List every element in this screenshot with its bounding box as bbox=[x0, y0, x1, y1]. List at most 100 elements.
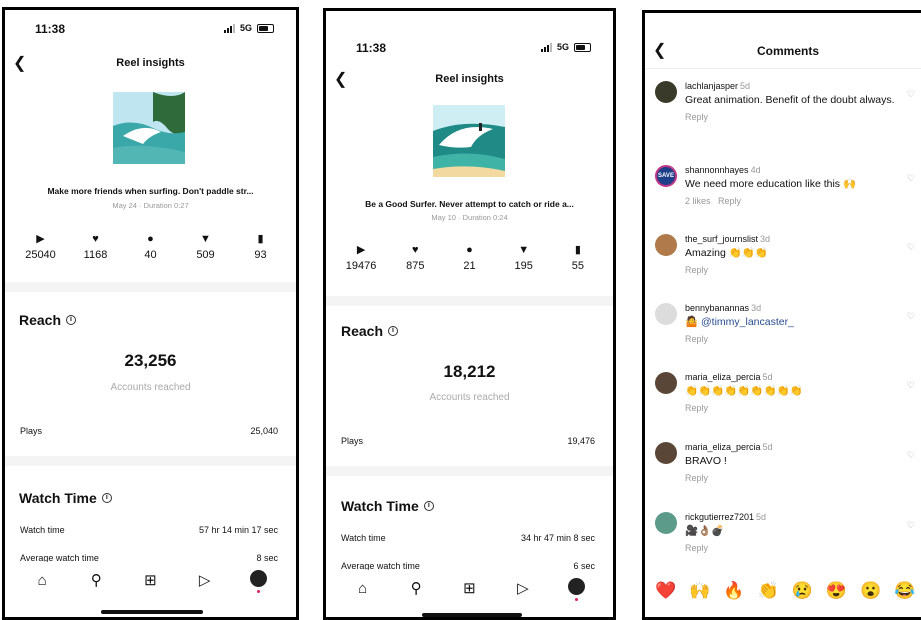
avatar[interactable] bbox=[655, 234, 677, 256]
like-heart-icon[interactable]: ♡ bbox=[907, 450, 915, 461]
section-divider bbox=[326, 296, 613, 306]
network-label: 5G bbox=[239, 23, 252, 33]
plays-stat: ▶ 25040 bbox=[25, 233, 56, 261]
comment-text: 🎥👌🏽💣 bbox=[685, 525, 725, 537]
watch-time-heading: Watch Time i bbox=[341, 498, 434, 514]
like-heart-icon[interactable]: ♡ bbox=[907, 311, 915, 322]
reel-thumbnail[interactable] bbox=[433, 105, 505, 177]
reach-label: Accounts reached bbox=[110, 382, 191, 393]
plays-row: Plays 25,040 bbox=[20, 426, 278, 436]
reaction-emoji-button[interactable]: 😢 bbox=[792, 581, 813, 601]
reels-icon[interactable]: ▷ bbox=[193, 571, 217, 589]
comment-username[interactable]: shannonnhayes 4d bbox=[685, 165, 899, 175]
send-icon: ▼ bbox=[518, 244, 530, 256]
nav-bar: ❮ Comments bbox=[645, 41, 921, 63]
tab-bar: ⌂ ⚲ ⊞ ▷ bbox=[5, 568, 296, 593]
reaction-emoji-button[interactable]: 😍 bbox=[826, 581, 847, 601]
reply-button[interactable]: Reply bbox=[685, 265, 899, 275]
like-heart-icon[interactable]: ♡ bbox=[907, 173, 915, 184]
comment-username[interactable]: the_surf_journslist 3d bbox=[685, 234, 899, 244]
mention-link[interactable]: @timmy_lancaster_ bbox=[701, 316, 794, 328]
info-icon[interactable]: i bbox=[101, 493, 112, 503]
like-heart-icon[interactable]: ♡ bbox=[907, 380, 915, 391]
comment-bubble-icon: ● bbox=[466, 244, 473, 256]
create-icon[interactable]: ⊞ bbox=[138, 571, 162, 589]
shares-stat: ▼ 195 bbox=[514, 244, 533, 272]
reel-meta: May 24 · Duration 0:27 bbox=[112, 201, 189, 210]
avatar[interactable] bbox=[655, 81, 677, 103]
reaction-emoji-button[interactable]: 😂 bbox=[894, 581, 915, 601]
network-label: 5G bbox=[556, 42, 569, 52]
reel-caption: Be a Good Surfer. Never attempt to catch… bbox=[365, 199, 574, 209]
saves-stat: ▮ 93 bbox=[254, 233, 267, 261]
create-icon[interactable]: ⊞ bbox=[457, 579, 481, 597]
comment-username[interactable]: maria_eliza_percia 5d bbox=[685, 442, 899, 452]
shares-stat: ▼ 509 bbox=[196, 233, 215, 261]
like-heart-icon[interactable]: ♡ bbox=[907, 520, 915, 531]
page-title: Reel insights bbox=[435, 73, 504, 85]
nav-bar: ❮ Reel insights bbox=[326, 70, 613, 92]
comment-text: 👏👏👏👏👏👏👏👏👏 bbox=[685, 385, 803, 397]
battery-icon bbox=[257, 23, 274, 33]
reel-thumbnail[interactable] bbox=[113, 92, 185, 164]
profile-avatar[interactable] bbox=[247, 569, 271, 593]
reply-button[interactable]: 2 likes Reply bbox=[685, 196, 899, 206]
status-bar: 11:38 5G bbox=[5, 22, 296, 42]
comment-username[interactable]: rickgutierrez7201 5d bbox=[685, 512, 899, 522]
comments-stat: ● 40 bbox=[144, 233, 157, 261]
avatar[interactable]: SAVE bbox=[655, 165, 677, 187]
signal-icon bbox=[223, 23, 235, 33]
reach-heading: Reach i bbox=[19, 312, 77, 328]
heart-icon: ♥ bbox=[412, 244, 419, 256]
reaction-emoji-button[interactable]: 👏 bbox=[758, 581, 779, 601]
reaction-emoji-button[interactable]: 🔥 bbox=[723, 581, 744, 601]
avatar[interactable] bbox=[655, 303, 677, 325]
reply-button[interactable]: Reply bbox=[685, 334, 899, 344]
avatar[interactable] bbox=[655, 512, 677, 534]
signal-icon bbox=[540, 42, 552, 52]
reach-label: Accounts reached bbox=[429, 392, 510, 403]
reel-caption: Make more friends when surfing. Don't pa… bbox=[47, 186, 254, 196]
avatar[interactable] bbox=[655, 372, 677, 394]
reaction-emoji-button[interactable]: 😮 bbox=[860, 581, 881, 601]
reach-value: 23,256 bbox=[124, 351, 177, 370]
avatar[interactable] bbox=[655, 442, 677, 464]
reaction-emoji-button[interactable]: 🙌 bbox=[689, 581, 710, 601]
send-icon: ▼ bbox=[200, 233, 211, 245]
stats-row: ▶ 19476 ♥ 875 ● 21 ▼ 195 ▮ 55 bbox=[334, 243, 605, 272]
reply-button[interactable]: Reply bbox=[685, 473, 899, 483]
saves-stat: ▮ 55 bbox=[571, 244, 584, 272]
home-indicator bbox=[101, 610, 203, 614]
avg-watch-time-row: Average watch time 6 sec bbox=[341, 561, 595, 570]
comment-text: BRAVO ! bbox=[685, 455, 727, 467]
search-icon[interactable]: ⚲ bbox=[84, 571, 108, 589]
page-title: Reel insights bbox=[116, 57, 185, 69]
reaction-emoji-button[interactable]: ❤️ bbox=[655, 581, 676, 601]
info-icon[interactable]: i bbox=[388, 326, 399, 336]
reaction-bar: ❤️ 🙌 🔥 👏 😢 😍 😮 😂 bbox=[655, 581, 921, 601]
watch-time-row: Watch time 57 hr 14 min 17 sec bbox=[20, 525, 278, 535]
like-heart-icon[interactable]: ♡ bbox=[907, 89, 915, 100]
search-icon[interactable]: ⚲ bbox=[404, 579, 428, 597]
reply-button[interactable]: Reply bbox=[685, 543, 899, 553]
reels-icon[interactable]: ▷ bbox=[511, 579, 535, 597]
play-icon: ▶ bbox=[356, 244, 366, 256]
bookmark-icon: ▮ bbox=[574, 244, 581, 256]
reach-heading: Reach i bbox=[341, 323, 399, 339]
watch-time-heading: Watch Time i bbox=[19, 490, 112, 506]
comment-username[interactable]: maria_eliza_percia 5d bbox=[685, 372, 899, 382]
comment-username[interactable]: lachlanjasper 5d bbox=[685, 81, 899, 91]
reply-button[interactable]: Reply bbox=[685, 112, 899, 122]
home-icon[interactable]: ⌂ bbox=[30, 572, 54, 589]
like-heart-icon[interactable]: ♡ bbox=[907, 242, 915, 253]
info-icon[interactable]: i bbox=[66, 315, 77, 325]
profile-avatar[interactable] bbox=[564, 577, 588, 601]
comment-text: 🤷 @timmy_lancaster_ bbox=[685, 316, 794, 328]
likes-stat: ♥ 875 bbox=[406, 244, 425, 272]
info-icon[interactable]: i bbox=[423, 501, 434, 511]
reel-insights-screen-2: 11:38 5G ❮ Reel insights Be a Good Surfe… bbox=[323, 8, 616, 620]
reply-button[interactable]: Reply bbox=[685, 403, 899, 413]
comment-username[interactable]: bennybanannas 3d bbox=[685, 303, 899, 313]
home-icon[interactable]: ⌂ bbox=[351, 580, 375, 597]
plays-stat: ▶ 19476 bbox=[345, 244, 377, 272]
